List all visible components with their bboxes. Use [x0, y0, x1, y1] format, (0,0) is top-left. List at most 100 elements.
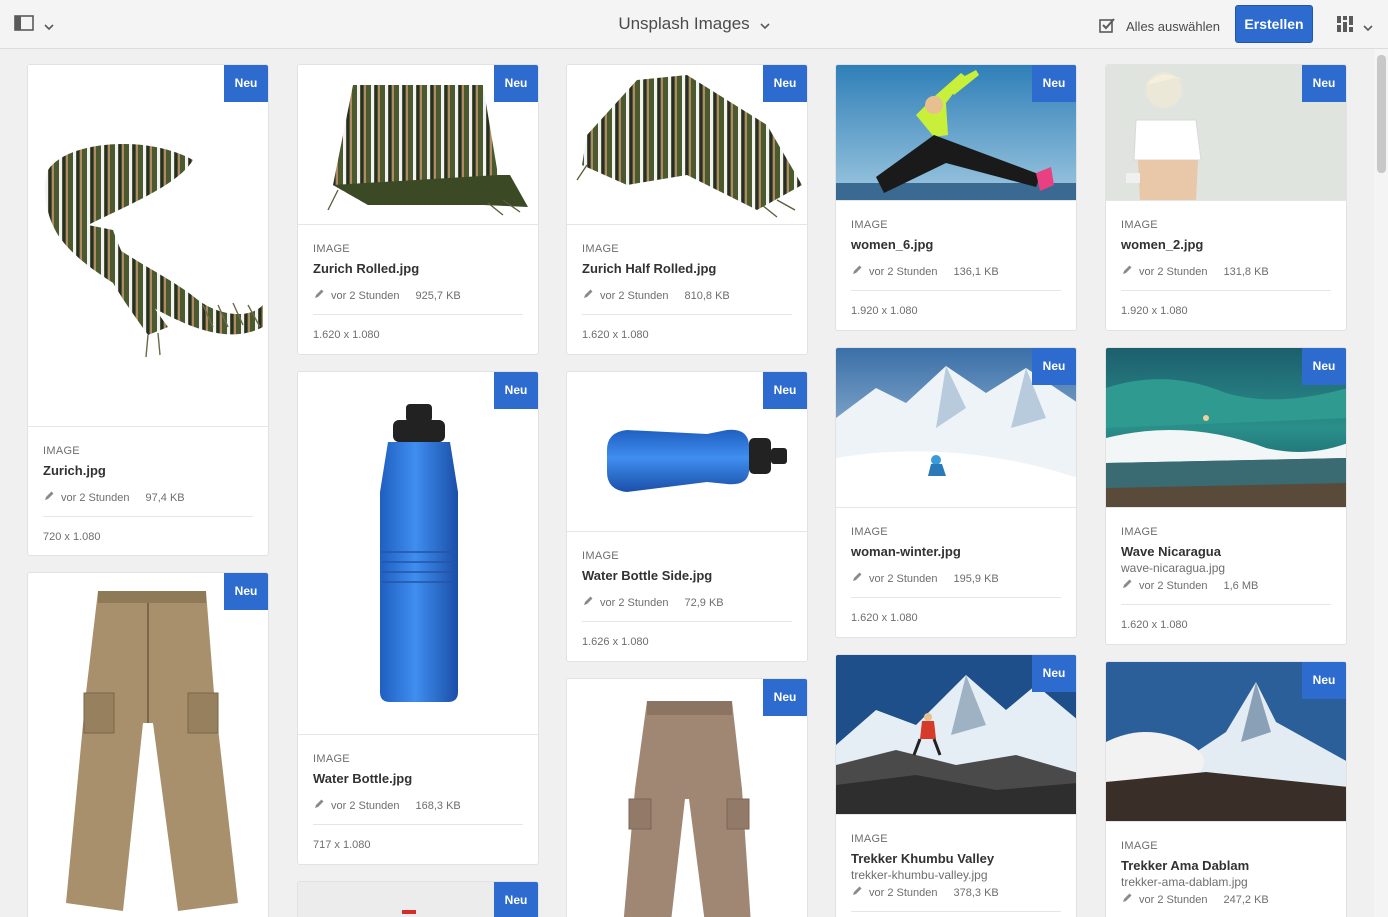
asset-info-row: vor 2 Stunden 97,4 KB [43, 490, 253, 517]
file-size: 1,6 MB [1223, 579, 1259, 592]
asset-info-row: vor 2 Stunden 925,7 KB [313, 288, 523, 315]
asset-info-row: vor 2 Stunden 168,3 KB [313, 798, 523, 825]
asset-card-zurich-rolled[interactable]: Neu IMAGE Zurich Rolled.jpg vor 2 Stunde… [297, 64, 539, 355]
modified-time: vor 2 Stunden [1139, 265, 1208, 278]
image-dimensions: 1.620 x 1.080 [582, 329, 649, 341]
asset-type: IMAGE [851, 526, 888, 538]
asset-info-row: vor 2 Stunden 195,9 KB [851, 571, 1061, 598]
asset-thumbnail [28, 573, 268, 917]
modified-time: vor 2 Stunden [869, 265, 938, 278]
new-badge: Neu [1032, 65, 1076, 102]
modified-time: vor 2 Stunden [600, 289, 669, 302]
sidebar-icon [14, 15, 34, 36]
asset-card-wave-nicaragua[interactable]: Neu IMAGE Wave Nicaragua wave-nicaragua.… [1105, 347, 1347, 645]
asset-title: Water Bottle Side.jpg [582, 568, 713, 583]
top-bar: Unsplash Images Alles auswählen Erstelle… [0, 0, 1388, 49]
new-badge: Neu [1302, 662, 1346, 699]
modified-time: vor 2 Stunden [600, 596, 669, 609]
asset-info-row: vor 2 Stunden 72,9 KB [582, 595, 792, 622]
asset-type: IMAGE [43, 445, 80, 457]
select-all-button[interactable]: Alles auswählen [1098, 16, 1220, 37]
asset-card-water-bottle-side[interactable]: Neu IMAGE Water Bottle Side.jpg vor 2 St… [566, 371, 808, 662]
file-size: 136,1 KB [953, 265, 999, 278]
view-switcher[interactable] [1336, 15, 1373, 38]
new-badge: Neu [1032, 655, 1076, 692]
new-badge: Neu [224, 573, 268, 610]
select-all-label: Alles auswählen [1126, 19, 1220, 34]
pencil-icon [582, 595, 594, 610]
new-badge: Neu [763, 679, 807, 716]
pencil-icon [582, 288, 594, 303]
asset-info-row: vor 2 Stunden 810,8 KB [582, 288, 792, 315]
scrollbar-thumb[interactable] [1377, 55, 1386, 173]
chevron-down-icon [44, 17, 54, 35]
image-dimensions: 1.620 x 1.080 [313, 329, 380, 341]
folder-title-dropdown[interactable]: Unsplash Images [618, 14, 770, 34]
new-badge: Neu [1302, 65, 1346, 102]
new-badge: Neu [763, 65, 807, 102]
asset-type: IMAGE [582, 550, 619, 562]
file-size: 131,8 KB [1223, 265, 1269, 278]
new-badge: Neu [763, 372, 807, 409]
pencil-icon [851, 885, 863, 900]
modified-time: vor 2 Stunden [331, 799, 400, 812]
asset-info-row: vor 2 Stunden 378,3 KB [851, 885, 1061, 912]
asset-card-trekker-khumbu[interactable]: Neu IMAGE Trekker Khumbu Valley trekker-… [835, 654, 1077, 917]
asset-card-zurich-half-rolled[interactable]: Neu IMAGE Zurich Half Rolled.jpg vor 2 S… [566, 64, 808, 355]
image-dimensions: 720 x 1.080 [43, 531, 101, 543]
new-badge: Neu [1302, 348, 1346, 385]
asset-info-row: vor 2 Stunden 247,2 KB [1121, 892, 1331, 917]
pencil-icon [1121, 264, 1133, 279]
asset-title: Wave Nicaragua [1121, 544, 1221, 559]
file-size: 247,2 KB [1223, 893, 1269, 906]
pencil-icon [1121, 892, 1133, 907]
chevron-down-icon [760, 14, 770, 34]
asset-type: IMAGE [1121, 526, 1158, 538]
asset-card-cargo-pants[interactable]: Neu [27, 572, 269, 917]
file-size: 195,9 KB [953, 572, 999, 585]
asset-filename: trekker-khumbu-valley.jpg [851, 868, 988, 882]
page-title: Unsplash Images [618, 14, 750, 33]
asset-card-women-6[interactable]: Neu IMAGE women_6.jpg vor 2 Stunden 136,… [835, 64, 1077, 331]
new-badge: Neu [494, 372, 538, 409]
asset-title: Zurich Half Rolled.jpg [582, 261, 717, 276]
asset-info-row: vor 2 Stunden 136,1 KB [851, 264, 1061, 291]
pencil-icon [43, 490, 55, 505]
asset-title: Trekker Khumbu Valley [851, 851, 995, 866]
asset-title: Water Bottle.jpg [313, 771, 413, 786]
asset-card-water-bottle[interactable]: Neu IMAGE Water Bottle.jpg vor 2 Stunden… [297, 371, 539, 865]
file-size: 925,7 KB [415, 289, 461, 302]
image-dimensions: 1.920 x 1.080 [851, 305, 918, 317]
asset-type: IMAGE [851, 833, 888, 845]
asset-card-partial[interactable]: Neu [297, 881, 539, 917]
asset-card-zurich[interactable]: Neu IMAGE Zurich.jpg vor 2 Stunden 97,4 … [27, 64, 269, 556]
asset-type: IMAGE [313, 243, 350, 255]
asset-info-row: vor 2 Stunden 131,8 KB [1121, 264, 1331, 291]
new-badge: Neu [494, 882, 538, 917]
asset-card-trekker-ama-dablam[interactable]: Neu IMAGE Trekker Ama Dablam trekker-ama… [1105, 661, 1347, 917]
pencil-icon [313, 798, 325, 813]
asset-card-women-2[interactable]: Neu IMAGE women_2.jpg vor 2 Stunden 131,… [1105, 64, 1347, 331]
image-dimensions: 1.620 x 1.080 [851, 612, 918, 624]
pencil-icon [851, 264, 863, 279]
new-badge: Neu [1032, 348, 1076, 385]
new-badge: Neu [494, 65, 538, 102]
asset-type: IMAGE [1121, 219, 1158, 231]
modified-time: vor 2 Stunden [869, 572, 938, 585]
asset-title: Trekker Ama Dablam [1121, 858, 1250, 873]
asset-card-woman-winter[interactable]: Neu IMAGE woman-winter.jpg vor 2 Stunden… [835, 347, 1077, 638]
scrollbar-track[interactable] [1374, 49, 1388, 917]
checkbox-icon [1098, 16, 1116, 37]
modified-time: vor 2 Stunden [869, 886, 938, 899]
create-button[interactable]: Erstellen [1235, 5, 1313, 43]
file-size: 378,3 KB [953, 886, 999, 899]
asset-title: Zurich.jpg [43, 463, 106, 478]
asset-thumbnail [28, 65, 268, 427]
asset-title: woman-winter.jpg [851, 544, 961, 559]
asset-filename: wave-nicaragua.jpg [1121, 561, 1226, 575]
asset-card-trousers[interactable]: Neu [566, 678, 808, 917]
file-size: 810,8 KB [684, 289, 730, 302]
asset-thumbnail [298, 372, 538, 735]
pencil-icon [1121, 578, 1133, 593]
rail-toggle[interactable] [14, 15, 54, 36]
